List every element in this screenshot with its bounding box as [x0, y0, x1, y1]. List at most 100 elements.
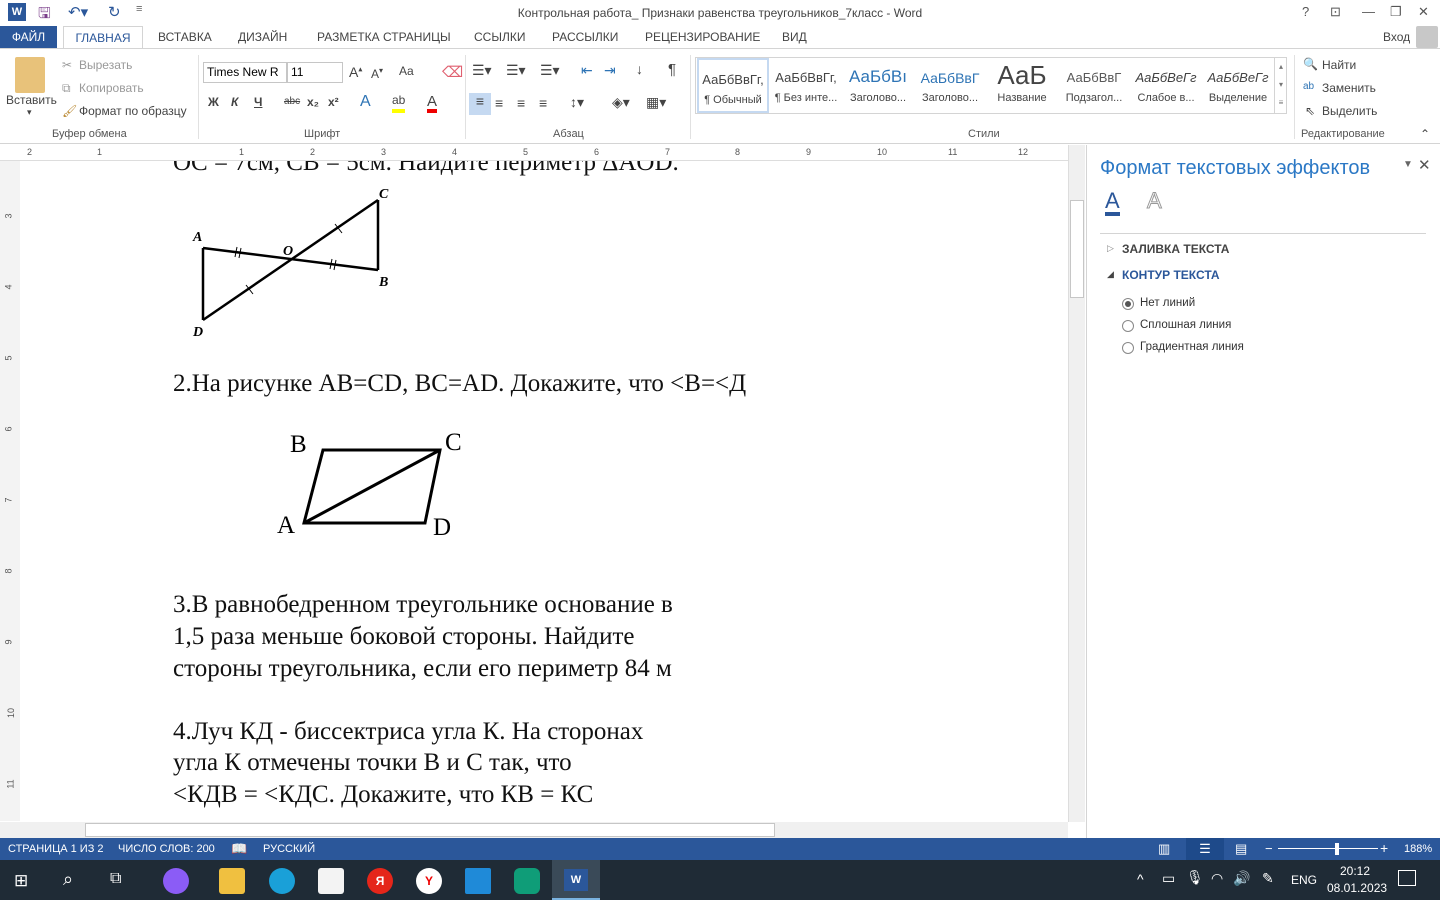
highlight-icon[interactable]: ab [392, 93, 406, 113]
input-language[interactable]: ENG [1291, 873, 1317, 887]
style-heading2[interactable]: АаБбВвГ Заголово... [914, 58, 986, 113]
pane-options-icon[interactable]: ▼ [1403, 159, 1413, 170]
numbering-icon[interactable]: ☰▾ [506, 62, 526, 79]
zoom-slider[interactable] [1278, 848, 1378, 849]
font-color-icon[interactable]: A [427, 93, 438, 113]
minimize-button[interactable]: — [1362, 4, 1375, 19]
bullets-icon[interactable]: ☰▾ [472, 62, 492, 79]
underline-button[interactable]: Ч [254, 95, 262, 109]
alice-icon[interactable] [163, 868, 189, 894]
yandex-browser-icon[interactable]: Y [416, 868, 442, 894]
horizontal-scroll-thumb[interactable] [85, 823, 775, 837]
zoom-level[interactable]: 188% [1404, 843, 1432, 855]
show-marks-icon[interactable]: ¶ [668, 61, 676, 78]
ribbon-display-button[interactable]: ⊡ [1330, 4, 1341, 20]
page-count[interactable]: СТРАНИЦА 1 ИЗ 2 [8, 843, 104, 855]
style-heading1[interactable]: АаБбВı Заголово... [842, 58, 914, 113]
no-line-label[interactable]: Нет линий [1140, 297, 1195, 309]
radio-gradient-line[interactable] [1122, 342, 1134, 354]
file-explorer-icon[interactable] [219, 868, 245, 894]
close-button[interactable]: ✕ [1418, 4, 1429, 20]
paste-button[interactable]: Вставить [6, 93, 57, 107]
change-case-button[interactable]: Aa [399, 64, 414, 78]
horizontal-ruler[interactable]: 2 1 1 2 3 4 5 6 7 8 9 10 11 12 [0, 145, 1068, 161]
proofing-icon[interactable]: 📖 [231, 841, 247, 857]
text-effects-tab-icon[interactable]: A [1147, 189, 1163, 212]
style-no-spacing[interactable]: АаБбВвГг, ¶ Без инте... [770, 58, 842, 113]
align-left-icon[interactable]: ≡ [469, 93, 491, 115]
superscript-button[interactable]: x² [328, 95, 339, 109]
decrease-indent-icon[interactable]: ⇤ [581, 62, 593, 79]
style-subtitle[interactable]: АаБбВвГ Подзагол... [1058, 58, 1130, 113]
select-button[interactable]: Выделить [1322, 104, 1377, 118]
line-spacing-icon[interactable]: ↕▾ [570, 94, 584, 111]
avatar[interactable] [1416, 26, 1438, 48]
vertical-ruler[interactable]: 3 4 5 6 7 8 9 10 11 [0, 161, 20, 821]
zoom-out-button[interactable]: − [1265, 841, 1273, 856]
tab-references[interactable]: ССЫЛКИ [474, 26, 525, 48]
notifications-icon[interactable] [1398, 870, 1416, 886]
yandex-icon[interactable]: Я [367, 868, 393, 894]
web-layout-icon[interactable]: ▤ [1235, 841, 1247, 857]
print-layout-icon[interactable]: ☰ [1186, 838, 1224, 860]
sort-icon[interactable]: ↓ [636, 61, 643, 77]
text-effects-icon[interactable]: A [360, 93, 371, 111]
radio-solid-line[interactable] [1122, 320, 1134, 332]
tab-review[interactable]: РЕЦЕНЗИРОВАНИЕ [645, 26, 760, 48]
word-count[interactable]: ЧИСЛО СЛОВ: 200 [118, 843, 215, 855]
borders-icon[interactable]: ▦▾ [646, 94, 666, 111]
zoom-slider-thumb[interactable] [1335, 843, 1339, 855]
tab-design[interactable]: ДИЗАЙН [238, 26, 287, 48]
clear-formatting-icon[interactable]: ⌫ [442, 63, 463, 81]
find-button[interactable]: Найти [1322, 58, 1356, 72]
tab-view[interactable]: ВИД [782, 26, 807, 48]
copy-button[interactable]: Копировать [79, 81, 144, 95]
edge-icon[interactable] [269, 868, 295, 894]
radio-no-line[interactable] [1122, 298, 1134, 310]
show-hidden-icons[interactable]: ^ [1137, 871, 1144, 887]
help-button[interactable]: ? [1302, 4, 1309, 19]
clock-time[interactable]: 20:12 [1340, 864, 1370, 878]
sign-in-link[interactable]: Вход [1383, 26, 1410, 48]
windows-start-icon[interactable]: ⊞ [14, 871, 28, 891]
task-view-icon[interactable]: ⧉ [110, 870, 121, 888]
style-normal[interactable]: АаБбВвГг, ¶ Обычный [697, 58, 769, 113]
styles-scroll[interactable]: ▴ ▾ ≡ [1274, 58, 1287, 113]
search-icon[interactable]: ⌕ [63, 869, 73, 890]
microphone-icon[interactable]: 🎙 [1186, 869, 1204, 886]
word-taskbar-button[interactable]: W [552, 860, 600, 900]
network-icon[interactable]: ◠ [1211, 870, 1223, 887]
font-name-select[interactable]: Times New R [203, 62, 287, 83]
align-center-icon[interactable]: ≡ [495, 95, 503, 111]
zoom-in-button[interactable]: + [1380, 840, 1388, 856]
volume-icon[interactable]: 🔊 [1233, 870, 1250, 887]
tab-file[interactable]: ФАЙЛ [0, 26, 57, 48]
clock-date[interactable]: 08.01.2023 [1327, 881, 1387, 895]
cut-button[interactable]: Вырезать [79, 58, 132, 72]
style-subtle-emphasis[interactable]: АаБбВеГг Слабое в... [1130, 58, 1202, 113]
shrink-font-icon[interactable]: A▾ [371, 66, 383, 81]
replace-button[interactable]: Заменить [1322, 81, 1376, 95]
style-emphasis[interactable]: АаБбВеГг Выделение [1202, 58, 1274, 113]
font-size-select[interactable]: 11 [287, 62, 343, 83]
solid-line-label[interactable]: Сплошная линия [1140, 319, 1231, 331]
gradient-line-label[interactable]: Градиентная линия [1140, 341, 1244, 353]
text-outline-section[interactable]: КОНТУР ТЕКСТА [1122, 268, 1220, 282]
text-fill-section[interactable]: ЗАЛИВКА ТЕКСТА [1122, 242, 1229, 256]
justify-icon[interactable]: ≡ [539, 95, 547, 111]
document-page[interactable]: OC = 7см, CB = 5см. Найдите периметр ΔAO… [22, 161, 1068, 821]
bold-button[interactable]: Ж [208, 95, 219, 109]
shading-icon[interactable]: ◈▾ [612, 94, 630, 111]
security-app-icon[interactable] [514, 868, 540, 894]
horizontal-scrollbar[interactable] [0, 822, 1068, 838]
tab-layout[interactable]: РАЗМЕТКА СТРАНИЦЫ [317, 26, 451, 48]
multilevel-list-icon[interactable]: ☰▾ [540, 62, 560, 79]
tab-insert[interactable]: ВСТАВКА [158, 26, 212, 48]
store-icon[interactable] [318, 868, 344, 894]
style-title[interactable]: АаБ Название [986, 58, 1058, 113]
pen-icon[interactable]: ✎ [1262, 870, 1274, 887]
language[interactable]: РУССКИЙ [263, 843, 315, 855]
text-fill-outline-tab-icon[interactable]: A [1105, 190, 1120, 216]
mail-icon[interactable] [465, 868, 491, 894]
pane-close-icon[interactable]: ✕ [1418, 156, 1431, 174]
